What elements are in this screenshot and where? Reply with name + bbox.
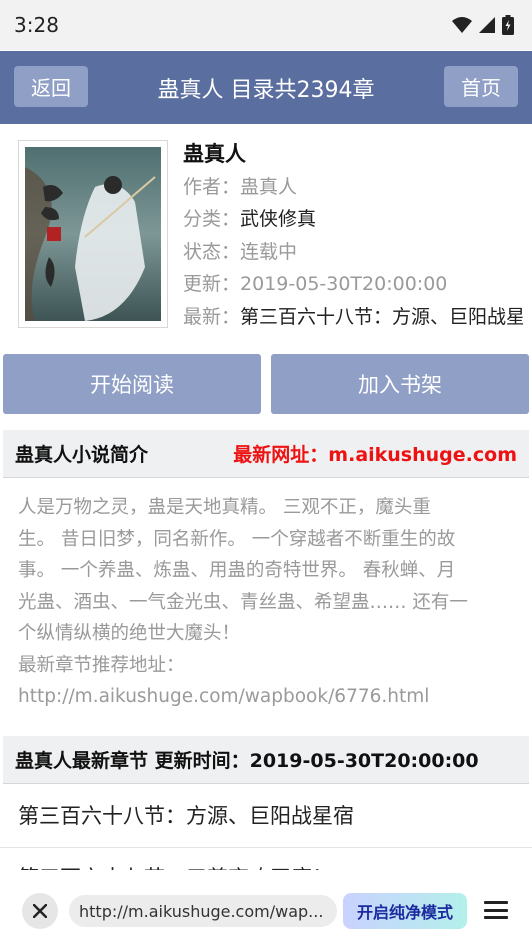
latest-chapter-link[interactable]: 第三百六十八节：方源、巨阳战星宿 bbox=[240, 306, 523, 328]
intro-header: 蛊真人小说简介 最新网址：m.aikushuge.com bbox=[3, 430, 529, 478]
book-info: 蛊真人 作者：蛊真人 分类：武侠修真 状态：连载中 更新：2019-05-30T… bbox=[0, 124, 532, 344]
latest-label: 最新： bbox=[183, 305, 241, 328]
updated-row: 更新：2019-05-30T20:00:00 bbox=[183, 268, 523, 301]
status-bar: 3:28 bbox=[0, 0, 532, 50]
start-reading-button[interactable]: 开始阅读 bbox=[3, 354, 261, 414]
updated-value: 2019-05-30T20:00:00 bbox=[240, 273, 448, 295]
recommend-url[interactable]: http://m.aikushuge.com/wapbook/6776.html bbox=[18, 681, 512, 713]
home-button[interactable]: 首页 bbox=[444, 66, 518, 107]
divider bbox=[0, 847, 532, 848]
status-icons bbox=[452, 15, 514, 35]
status-value: 连载中 bbox=[240, 240, 298, 263]
author-row: 作者：蛊真人 bbox=[183, 171, 523, 204]
close-button[interactable] bbox=[22, 893, 58, 929]
updated-label: 更新： bbox=[183, 273, 241, 295]
intro-line: 最新章节推荐地址： bbox=[18, 654, 185, 676]
intro-line: 生。 昔日旧梦，同名新作。 一个穿越者不断重生的故 bbox=[18, 528, 456, 550]
page-title: 蛊真人 目录共2394章 bbox=[157, 77, 375, 103]
book-meta: 蛊真人 作者：蛊真人 分类：武侠修真 状态：连载中 更新：2019-05-30T… bbox=[183, 138, 523, 333]
clean-mode-button[interactable]: 开启纯净模式 bbox=[343, 893, 467, 929]
intro-line: 人是万物之灵，蛊是天地真精。 三观不正，魔头重 bbox=[18, 497, 431, 518]
latest-row: 最新：第三百六十八节：方源、巨阳战星宿 bbox=[183, 301, 523, 334]
latest-url: 最新网址：m.aikushuge.com bbox=[233, 444, 517, 466]
chapters-header: 蛊真人最新章节 更新时间：2019-05-30T20:00:00 bbox=[3, 736, 529, 784]
chapters-heading: 蛊真人最新章节 更新时间：2019-05-30T20:00:00 bbox=[15, 750, 479, 772]
wifi-icon bbox=[452, 17, 472, 33]
book-title: 蛊真人 bbox=[183, 142, 246, 166]
author-value[interactable]: 蛊真人 bbox=[240, 176, 297, 198]
battery-icon bbox=[502, 15, 514, 35]
book-cover[interactable] bbox=[18, 140, 168, 328]
chapter-item[interactable]: 第三百六十八节：方源、巨阳战星宿 bbox=[18, 800, 518, 830]
category-row: 分类：武侠修真 bbox=[183, 203, 523, 236]
book-cover-image bbox=[25, 147, 161, 321]
status-time: 3:28 bbox=[14, 13, 59, 37]
category-value[interactable]: 武侠修真 bbox=[240, 208, 316, 230]
intro-line: 事。 一个养蛊、炼蛊、用蛊的奇特世界。 春秋蝉、月 bbox=[18, 560, 456, 581]
intro-line: 个纵情纵横的绝世大魔头！ bbox=[18, 623, 241, 644]
intro-heading: 蛊真人小说简介 bbox=[15, 444, 149, 466]
action-buttons: 开始阅读 加入书架 bbox=[3, 354, 529, 414]
browser-bottom-bar: http://m.aikushuge.com/wap... 开启纯净模式 bbox=[0, 870, 532, 946]
status-row: 状态：连载中 bbox=[183, 236, 523, 269]
intro-text: 人是万物之灵，蛊是天地真精。 三观不正，魔头重 生。 昔日旧梦，同名新作。 一个… bbox=[18, 492, 512, 713]
close-icon bbox=[33, 904, 47, 918]
author-label: 作者： bbox=[183, 175, 241, 198]
url-bar[interactable]: http://m.aikushuge.com/wap... bbox=[69, 895, 337, 927]
signal-icon bbox=[479, 17, 495, 33]
intro-line: 光蛊、酒虫、一气金光虫、青丝蛊、希望蛊…… 还有一 bbox=[18, 591, 468, 613]
top-nav-bar: 返回 蛊真人 目录共2394章 首页 bbox=[0, 51, 532, 124]
add-to-shelf-button[interactable]: 加入书架 bbox=[271, 354, 529, 414]
category-label: 分类： bbox=[183, 208, 241, 230]
status-label: 状态： bbox=[183, 240, 241, 263]
menu-icon[interactable] bbox=[484, 898, 508, 922]
back-button[interactable]: 返回 bbox=[14, 66, 88, 107]
